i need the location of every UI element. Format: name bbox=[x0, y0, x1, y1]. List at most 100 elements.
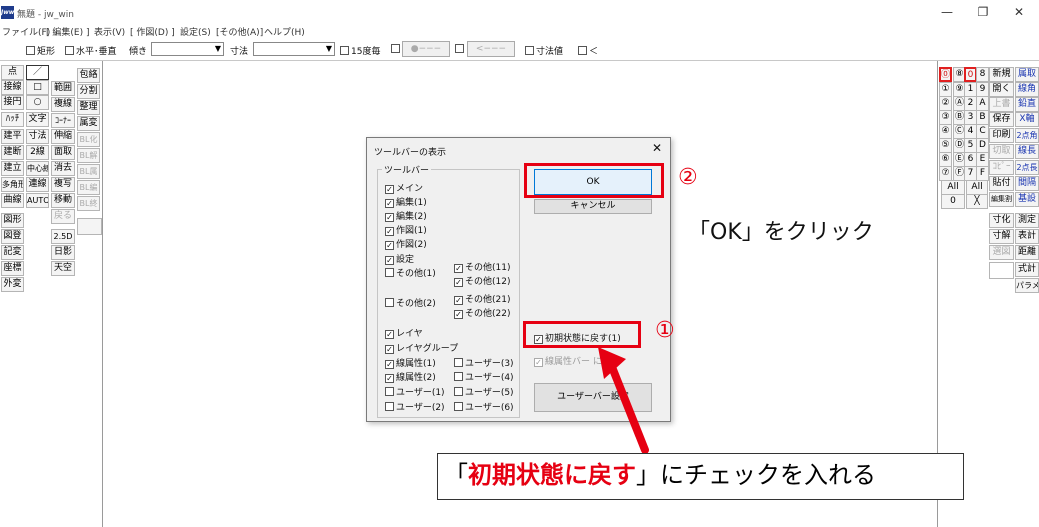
checkbox[interactable] bbox=[454, 387, 463, 396]
check-user-5[interactable]: ユーザー(5) bbox=[454, 385, 514, 398]
tool-blank-right[interactable] bbox=[989, 262, 1014, 279]
checkbox[interactable]: ✓ bbox=[534, 358, 543, 367]
tool-arrange[interactable]: 整理 bbox=[77, 100, 100, 115]
tool-section[interactable]: 建断 bbox=[1, 145, 24, 160]
tool-cut[interactable]: 切取 bbox=[989, 144, 1014, 159]
rect-checkbox[interactable] bbox=[26, 46, 35, 55]
tool-block-attr[interactable]: BL属 bbox=[77, 164, 100, 179]
check-draw-2[interactable]: ✓ 作図(2) bbox=[385, 237, 427, 250]
tool-chamfer[interactable]: 面取 bbox=[51, 145, 75, 160]
tool-paste[interactable]: 貼付 bbox=[989, 176, 1014, 191]
tool-print[interactable]: 印刷 bbox=[989, 128, 1014, 143]
tool-envelope[interactable]: 包絡 bbox=[77, 68, 100, 83]
menu-view[interactable]: 表示(V) bbox=[94, 25, 125, 38]
tool-undo[interactable]: 戻る bbox=[51, 209, 75, 224]
tool-edit-split[interactable]: 編集割 bbox=[989, 192, 1014, 207]
layer-group-all[interactable]: All bbox=[941, 180, 965, 195]
menu-settings[interactable]: 設定(S) bbox=[180, 25, 211, 38]
tool-external[interactable]: 外変 bbox=[1, 277, 24, 292]
check-edit-1[interactable]: ✓ 編集(1) bbox=[385, 195, 427, 208]
tool-2pt-length[interactable]: 2点長 bbox=[1015, 160, 1039, 175]
check-user-2[interactable]: ユーザー(2) bbox=[385, 400, 445, 413]
tool-interval[interactable]: 間隔 bbox=[1015, 176, 1039, 191]
tool-copy-clip[interactable]: ｺﾋﾟｰ bbox=[989, 160, 1014, 175]
layer-group-2[interactable]: ② bbox=[939, 96, 952, 111]
menu-draw[interactable]: [ 作図(D) ] bbox=[130, 25, 175, 38]
check-user-1[interactable]: ユーザー(1) bbox=[385, 385, 445, 398]
checkbox[interactable]: ✓ bbox=[385, 227, 394, 236]
dimension-combo[interactable]: ▼ bbox=[253, 42, 335, 56]
tool-save[interactable]: 保存 bbox=[989, 112, 1014, 127]
checkbox[interactable]: ✓ bbox=[385, 374, 394, 383]
tool-center-line[interactable]: 中心線 bbox=[26, 161, 49, 176]
layer-d[interactable]: D bbox=[976, 138, 989, 153]
tool-2pt-angle[interactable]: 2点角 bbox=[1015, 128, 1039, 143]
tool-table-calc[interactable]: 表計 bbox=[1015, 229, 1039, 244]
tool-attr-change[interactable]: 属変 bbox=[77, 116, 100, 131]
arrow1-option[interactable] bbox=[391, 44, 402, 55]
layer-all[interactable]: All bbox=[966, 180, 988, 195]
tool-figure-register[interactable]: 図登 bbox=[1, 229, 24, 244]
check-other-2[interactable]: その他(2) bbox=[385, 296, 436, 309]
check-draw-1[interactable]: ✓ 作図(1) bbox=[385, 223, 427, 236]
check-other-1[interactable]: その他(1) bbox=[385, 266, 436, 279]
checkbox[interactable] bbox=[454, 402, 463, 411]
tool-plan[interactable]: 建平 bbox=[1, 129, 24, 144]
tool-tangent-line[interactable]: 接線 bbox=[1, 80, 24, 95]
tool-divide[interactable]: 分割 bbox=[77, 84, 100, 99]
check-user-6[interactable]: ユーザー(6) bbox=[454, 400, 514, 413]
every15-option[interactable]: 15度毎 bbox=[340, 44, 380, 57]
rect-option[interactable]: 矩形 bbox=[26, 44, 55, 57]
tool-block-edit[interactable]: BL編 bbox=[77, 180, 100, 195]
checkbox[interactable] bbox=[454, 372, 463, 381]
cancel-button[interactable]: キャンセル bbox=[534, 199, 652, 214]
restore-button[interactable]: ❐ bbox=[966, 0, 1000, 24]
check-layer-group[interactable]: ✓ レイヤグループ bbox=[385, 341, 458, 354]
check-main[interactable]: ✓ メイン bbox=[385, 181, 423, 194]
dim-value-checkbox[interactable] bbox=[525, 46, 534, 55]
check-line-attr-2[interactable]: ✓ 線属性(2) bbox=[385, 370, 436, 383]
arrow2-checkbox[interactable] bbox=[455, 44, 464, 53]
layer-group-4[interactable]: ④ bbox=[939, 124, 952, 139]
checkbox[interactable]: ✓ bbox=[385, 256, 394, 265]
tool-range[interactable]: 範囲 bbox=[51, 81, 75, 96]
checkbox[interactable] bbox=[385, 402, 394, 411]
tool-vertical[interactable]: 鉛直 bbox=[1015, 97, 1039, 112]
horiz-vert-checkbox[interactable] bbox=[65, 46, 74, 55]
checkbox[interactable]: ✓ bbox=[385, 185, 394, 194]
tool-figure[interactable]: 図形 bbox=[1, 213, 24, 228]
tool-text[interactable]: 文字 bbox=[26, 112, 49, 127]
menu-help[interactable]: ヘルプ(H) bbox=[264, 25, 305, 38]
checkbox[interactable]: ✓ bbox=[385, 199, 394, 208]
tool-block-create[interactable]: BL化 bbox=[77, 132, 100, 147]
tool-dim-explode[interactable]: 寸解 bbox=[989, 229, 1014, 244]
minimize-button[interactable]: — bbox=[930, 0, 964, 24]
tool-line[interactable]: ／ bbox=[26, 65, 49, 80]
tool-coordinate[interactable]: 座標 bbox=[1, 261, 24, 276]
tool-base-set[interactable]: 基設 bbox=[1015, 192, 1039, 207]
tool-rectangle[interactable]: □ bbox=[26, 80, 49, 95]
layer-group-6[interactable]: ⑥ bbox=[939, 152, 952, 167]
layer-group-0[interactable]: ⓪ bbox=[939, 67, 952, 82]
layer-b[interactable]: B bbox=[976, 110, 989, 125]
tool-tangent-circle[interactable]: 接円 bbox=[1, 95, 24, 110]
arrow1-button[interactable]: ●−−− bbox=[402, 41, 450, 57]
tool-sky[interactable]: 天空 bbox=[51, 261, 75, 276]
checkbox[interactable]: ✓ bbox=[454, 296, 463, 305]
tool-line-angle[interactable]: 線角 bbox=[1015, 82, 1039, 97]
check-other-12[interactable]: ✓ その他(12) bbox=[454, 274, 510, 287]
tool-double-line[interactable]: 2線 bbox=[26, 145, 49, 160]
tool-copy[interactable]: 複写 bbox=[51, 177, 75, 192]
tool-text-change[interactable]: 記変 bbox=[1, 245, 24, 260]
checkbox[interactable] bbox=[385, 268, 394, 277]
layer-a[interactable]: A bbox=[976, 96, 989, 111]
tool-dim-convert[interactable]: 寸化 bbox=[989, 213, 1014, 228]
checkbox[interactable] bbox=[454, 358, 463, 367]
checkbox[interactable] bbox=[385, 387, 394, 396]
tool-auto[interactable]: AUTO bbox=[26, 193, 49, 208]
arrow2-option[interactable] bbox=[455, 44, 466, 55]
check-user-3[interactable]: ユーザー(3) bbox=[454, 356, 514, 369]
tool-corner[interactable]: ｺｰﾅｰ bbox=[51, 113, 75, 128]
tool-stretch[interactable]: 伸縮 bbox=[51, 129, 75, 144]
layer-group-3[interactable]: ③ bbox=[939, 110, 952, 125]
